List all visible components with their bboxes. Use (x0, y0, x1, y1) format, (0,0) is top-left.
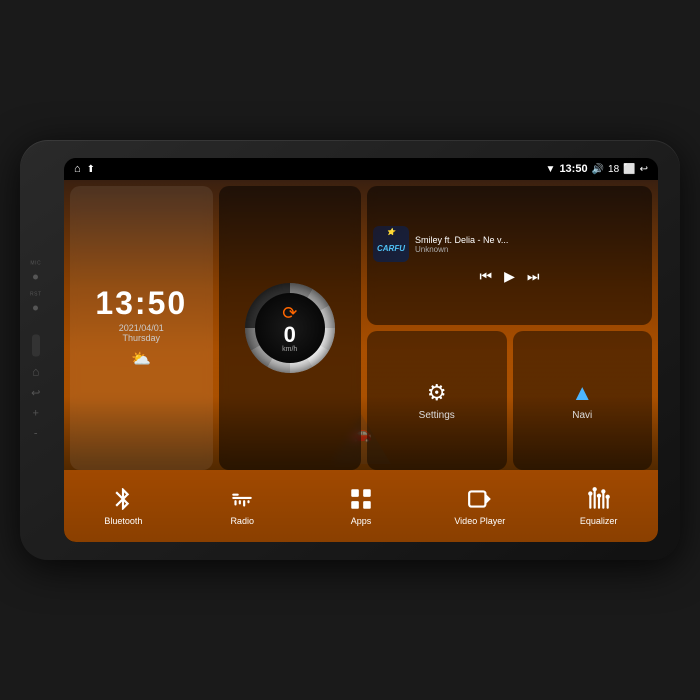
equalizer-icon (586, 486, 612, 512)
speedometer-widget[interactable]: ⟳ 0 km/h (219, 186, 362, 470)
car-head-unit: MIC RST ⌂ ↩ + - ⌂ ⬆ ▼ 13:50 🔊 18 ⬜ ↩ (20, 140, 680, 560)
screen: ⌂ ⬆ ▼ 13:50 🔊 18 ⬜ ↩ (64, 158, 658, 542)
home-side-icon[interactable]: ⌂ (32, 365, 39, 379)
app-item-equalizer[interactable]: Equalizer (542, 474, 655, 538)
weather-icon: ⛅ (131, 349, 151, 369)
app-bar: Bluetooth Radio (64, 470, 658, 542)
volume-level: 18 (608, 164, 619, 175)
back-side-icon[interactable]: ↩ (31, 387, 40, 400)
settings-icon: ⚙ (427, 380, 447, 406)
video-icon (467, 486, 493, 512)
clock-widget[interactable]: 13:50 2021/04/01 Thursday ⛅ (70, 186, 213, 470)
music-prev-button[interactable]: ⏮ (480, 268, 493, 285)
mic-label: MIC (30, 261, 41, 267)
home-icon[interactable]: ⌂ (74, 163, 81, 175)
vol-up-icon[interactable]: + (33, 408, 39, 420)
music-logo-badge: ⭐ (387, 228, 396, 236)
app-item-video[interactable]: Video Player (423, 474, 536, 538)
status-time: 13:50 (559, 163, 587, 175)
music-artist: Unknown (415, 245, 646, 254)
vol-down-icon[interactable]: - (34, 428, 38, 440)
music-play-button[interactable]: ▶ (504, 268, 515, 285)
navi-widget[interactable]: ▲ Navi (513, 331, 653, 470)
bluetooth-icon (110, 486, 136, 512)
speedo-unit: km/h (282, 346, 297, 353)
settings-navi-row: ⚙ Settings ▲ Navi (367, 331, 652, 470)
apps-icon (348, 486, 374, 512)
app-item-radio[interactable]: Radio (186, 474, 299, 538)
rst-label: RST (30, 292, 42, 298)
music-title: Smiley ft. Delia - Ne v... (415, 235, 535, 245)
settings-widget[interactable]: ⚙ Settings (367, 331, 507, 470)
volume-icon: 🔊 (592, 164, 604, 175)
back-icon[interactable]: ↩ (640, 164, 648, 175)
mic-dot (33, 275, 38, 280)
side-controls: MIC RST ⌂ ↩ + - (30, 261, 42, 440)
speedo-circle: ⟳ 0 km/h (245, 283, 335, 373)
clock-time: 13:50 (95, 287, 187, 319)
speedo-value: 0 (284, 324, 296, 346)
music-controls: ⏮ ▶ ⏭ (373, 268, 646, 285)
apps-label: Apps (351, 516, 372, 526)
music-logo-text: CARFU (377, 244, 405, 253)
equalizer-label: Equalizer (580, 516, 618, 526)
clock-day: Thursday (122, 333, 160, 343)
music-top: ⭐ CARFU Smiley ft. Delia - Ne v... Unkno… (373, 226, 646, 262)
bluetooth-label: Bluetooth (104, 516, 142, 526)
speedo-inner: ⟳ 0 km/h (255, 293, 325, 363)
radio-icon (229, 486, 255, 512)
clock-date: 2021/04/01 (119, 323, 164, 333)
power-button[interactable] (32, 335, 40, 357)
main-screen: 🚗 13:50 2021/04/01 Thursday ⛅ (64, 180, 658, 542)
navi-label: Navi (572, 410, 592, 421)
settings-label: Settings (419, 410, 455, 421)
music-widget[interactable]: ⭐ CARFU Smiley ft. Delia - Ne v... Unkno… (367, 186, 652, 325)
navi-icon: ▲ (571, 380, 593, 406)
video-label: Video Player (454, 516, 505, 526)
speedo-needle-icon: ⟳ (282, 303, 297, 324)
music-info: Smiley ft. Delia - Ne v... Unknown (415, 235, 646, 254)
music-next-button[interactable]: ⏭ (527, 268, 540, 285)
screen-icon: ⬜ (623, 164, 635, 175)
nav-icon[interactable]: ⬆ (87, 164, 95, 175)
music-logo: ⭐ CARFU (373, 226, 409, 262)
app-item-bluetooth[interactable]: Bluetooth (67, 474, 180, 538)
status-bar: ⌂ ⬆ ▼ 13:50 🔊 18 ⬜ ↩ (64, 158, 658, 180)
clock-weather: ⛅ (131, 349, 151, 369)
rst-dot (33, 306, 38, 311)
radio-label: Radio (230, 516, 254, 526)
app-item-apps[interactable]: Apps (305, 474, 418, 538)
signal-icon: ▼ (546, 164, 556, 175)
widgets-grid: 13:50 2021/04/01 Thursday ⛅ ⟳ 0 km/h (70, 186, 652, 470)
